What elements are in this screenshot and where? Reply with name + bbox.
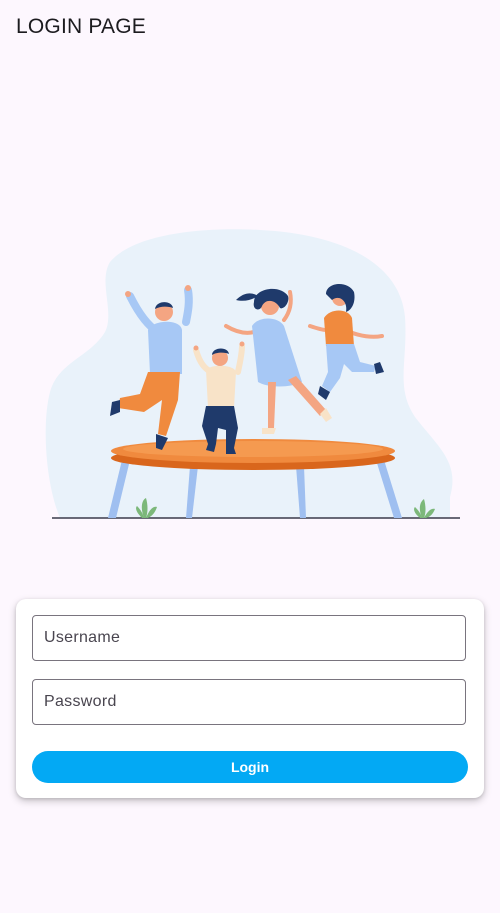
login-button[interactable]: Login xyxy=(32,751,468,783)
login-card: Login xyxy=(16,599,484,798)
password-field[interactable] xyxy=(32,679,466,725)
username-field[interactable] xyxy=(32,615,466,661)
trampoline-illustration xyxy=(45,229,460,519)
page-title: LOGIN PAGE xyxy=(16,15,146,38)
app-bar: LOGIN PAGE xyxy=(0,0,500,56)
